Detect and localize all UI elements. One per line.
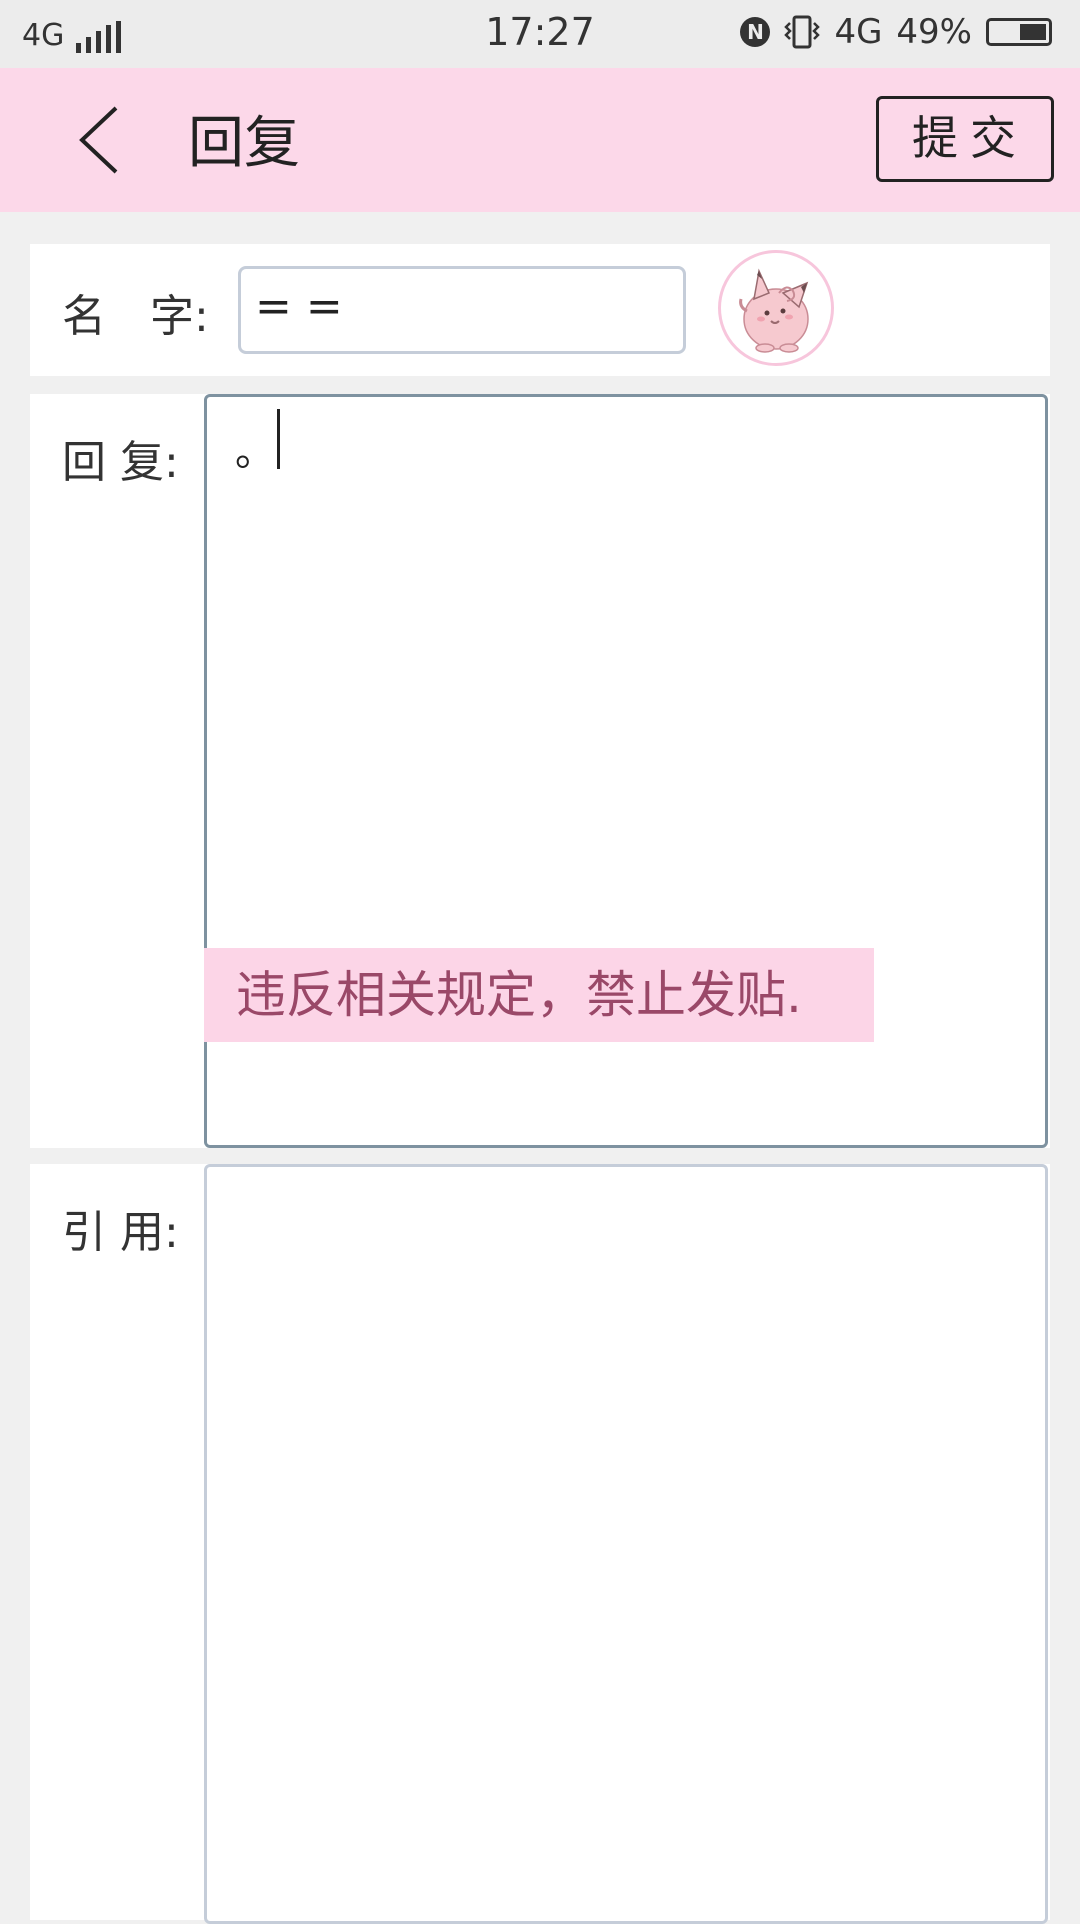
app-header: 回复 提交 xyxy=(0,68,1080,212)
reply-row: 回 复: 。 违反相关规定，禁止发贴. xyxy=(30,394,1050,1148)
quote-label: 引 用: xyxy=(62,1207,179,1258)
status-bar: 4G 17:27 N 4G 49% xyxy=(0,0,1080,68)
battery-percent: 49% xyxy=(896,12,972,52)
submit-button[interactable]: 提交 xyxy=(876,96,1054,182)
battery-icon xyxy=(986,18,1052,46)
avatar-image xyxy=(739,268,809,353)
text-cursor xyxy=(277,409,280,469)
nfc-icon: N xyxy=(740,17,771,47)
data-icon: 4G xyxy=(834,12,883,52)
back-icon[interactable] xyxy=(74,104,124,176)
name-input[interactable]: = = xyxy=(238,266,686,354)
name-label: 名 字: xyxy=(62,291,209,342)
vibrate-icon xyxy=(784,15,821,49)
quote-row: 引 用: xyxy=(30,1164,1050,1924)
reply-label: 回 复: xyxy=(62,437,179,488)
name-row: 名 字: = = xyxy=(30,244,1050,376)
error-toast: 违反相关规定，禁止发贴. xyxy=(204,948,874,1042)
page-title: 回复 xyxy=(188,111,300,176)
status-right: N 4G 49% xyxy=(740,12,1052,52)
reply-text: 。 xyxy=(235,429,275,475)
avatar[interactable] xyxy=(718,250,834,366)
quote-textarea[interactable] xyxy=(204,1164,1048,1924)
